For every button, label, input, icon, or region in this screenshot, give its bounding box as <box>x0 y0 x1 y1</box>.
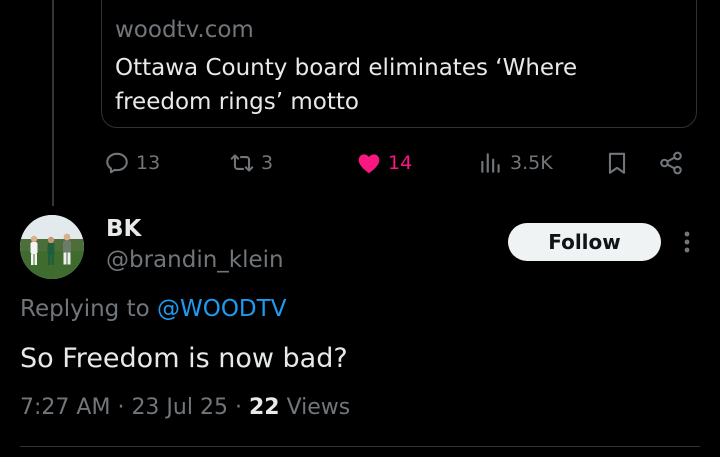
divider <box>20 446 700 447</box>
reply-count: 13 <box>136 152 161 174</box>
meta-separator: · <box>117 395 125 420</box>
analytics-icon <box>481 153 500 173</box>
display-name[interactable]: BK <box>106 216 141 242</box>
views-button[interactable]: 3.5K <box>478 146 553 180</box>
repost-button[interactable]: 3 <box>229 146 273 180</box>
bookmark-icon <box>608 152 626 174</box>
reply-button[interactable]: 13 <box>104 146 160 180</box>
more-options-button[interactable] <box>676 226 698 258</box>
replying-prefix: Replying to <box>20 296 150 322</box>
card-domain: woodtv.com <box>115 17 254 43</box>
meta-separator: · <box>234 395 242 420</box>
share-button[interactable] <box>658 146 684 180</box>
card-title: Ottawa County board eliminates ‘Where fr… <box>115 55 578 115</box>
more-vertical-icon <box>684 231 690 253</box>
tweet-time[interactable]: 7:27 AM <box>20 395 110 420</box>
mention-link[interactable]: @WOODTV <box>157 296 286 322</box>
tweet-views-count: 22 <box>248 395 280 420</box>
avatar-photo <box>20 215 84 279</box>
reply-icon <box>106 152 128 174</box>
tweet-views-label: Views <box>286 395 351 420</box>
tweet-meta: 7:27 AM · 23 Jul 25 · 22 Views <box>20 395 350 420</box>
tweet-text: So Freedom is now bad? <box>20 343 348 374</box>
follow-button[interactable]: Follow <box>508 223 661 261</box>
views-count: 3.5K <box>510 152 553 174</box>
repost-count: 3 <box>261 152 274 174</box>
tweet-action-bar: 13 3 14 3.5K <box>0 146 720 180</box>
like-count: 14 <box>388 152 413 174</box>
repost-icon <box>230 154 254 172</box>
link-preview-card[interactable]: woodtv.com Ottawa County board eliminate… <box>101 0 697 128</box>
heart-icon <box>358 154 380 174</box>
user-handle[interactable]: @brandin_klein <box>106 247 284 273</box>
replying-to: Replying to @WOODTV <box>20 296 286 322</box>
share-icon <box>660 151 682 175</box>
bookmark-button[interactable] <box>604 146 630 180</box>
avatar[interactable] <box>20 215 84 279</box>
like-button[interactable]: 14 <box>356 146 412 180</box>
tweet-date[interactable]: 23 Jul 25 <box>131 395 228 420</box>
